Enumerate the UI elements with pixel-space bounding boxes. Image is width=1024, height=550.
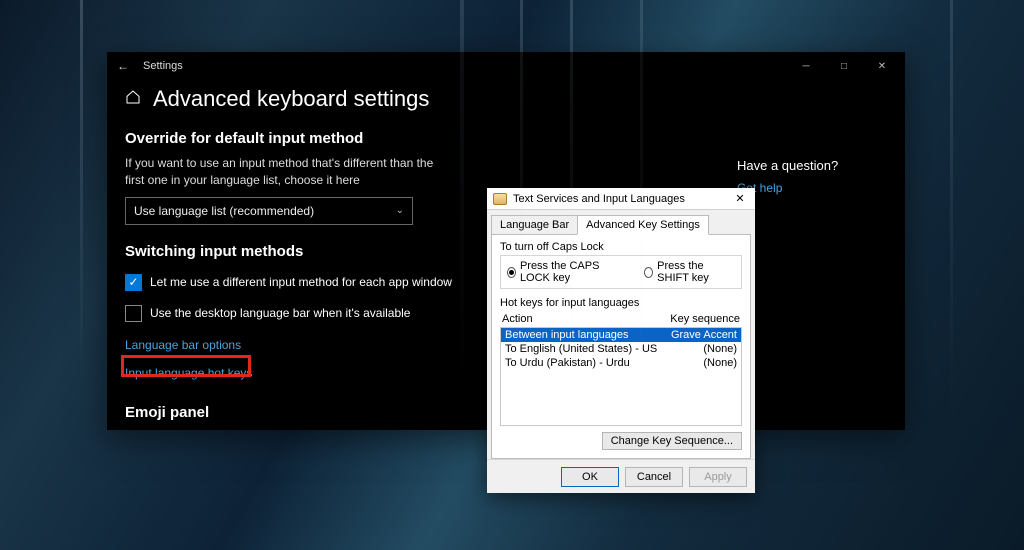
back-icon[interactable]: ← <box>117 59 129 74</box>
settings-title: Settings <box>143 60 183 72</box>
combo-value: Use language list (recommended) <box>134 204 314 218</box>
list-item[interactable]: To English (United States) - US (None) <box>501 342 741 356</box>
radio-dot-icon <box>644 267 653 278</box>
radio-dot-icon <box>507 267 516 278</box>
override-heading: Override for default input method <box>125 130 887 147</box>
settings-titlebar: ← Settings ─ □ ✕ <box>107 52 905 80</box>
tab-advanced-key-settings[interactable]: Advanced Key Settings <box>577 215 709 235</box>
row-keyseq: (None) <box>703 343 737 355</box>
ok-button[interactable]: OK <box>561 467 619 487</box>
override-description: If you want to use an input method that'… <box>125 155 435 189</box>
col-action: Action <box>502 313 533 325</box>
advanced-key-settings-panel: To turn off Caps Lock Press the CAPS LOC… <box>491 234 751 459</box>
row-action: Between input languages <box>505 329 629 341</box>
dialog-titlebar: Text Services and Input Languages ✕ <box>487 188 755 210</box>
language-bar-options-link[interactable]: Language bar options <box>125 338 241 352</box>
list-item[interactable]: To Urdu (Pakistan) - Urdu (None) <box>501 356 741 370</box>
dialog-footer: OK Cancel Apply <box>487 459 755 493</box>
row-keyseq: Grave Accent <box>671 329 737 341</box>
list-item[interactable]: Between input languages Grave Accent <box>501 328 741 342</box>
close-button[interactable]: ✕ <box>863 52 901 80</box>
default-input-method-combo[interactable]: Use language list (recommended) ⌄ <box>125 197 413 225</box>
dialog-title: Text Services and Input Languages <box>513 193 685 205</box>
dialog-close-button[interactable]: ✕ <box>731 191 749 207</box>
radio-caps-lock-key[interactable]: Press the CAPS LOCK key <box>507 260 622 284</box>
chevron-down-icon: ⌄ <box>396 205 404 216</box>
caps-group-label: To turn off Caps Lock <box>500 241 742 253</box>
row-action: To Urdu (Pakistan) - Urdu <box>505 357 630 369</box>
hotkeys-group-label: Hot keys for input languages <box>500 297 742 309</box>
minimize-button[interactable]: ─ <box>787 52 825 80</box>
tab-language-bar[interactable]: Language Bar <box>491 215 578 235</box>
desktop-langbar-checkbox[interactable] <box>125 305 142 322</box>
radio-caps-label: Press the CAPS LOCK key <box>520 260 622 284</box>
page-title: Advanced keyboard settings <box>153 86 429 112</box>
per-app-checkbox[interactable]: ✓ <box>125 274 142 291</box>
home-icon[interactable] <box>125 89 141 110</box>
per-app-label: Let me use a different input method for … <box>150 275 452 289</box>
text-services-dialog: Text Services and Input Languages ✕ Lang… <box>487 188 755 493</box>
row-keyseq: (None) <box>703 357 737 369</box>
help-column: Have a question? Get help <box>737 158 887 197</box>
change-key-sequence-button[interactable]: Change Key Sequence... <box>602 432 742 450</box>
cancel-button[interactable]: Cancel <box>625 467 683 487</box>
help-question: Have a question? <box>737 158 887 173</box>
radio-shift-label: Press the SHIFT key <box>657 260 735 284</box>
row-action: To English (United States) - US <box>505 343 657 355</box>
input-language-hotkeys-link[interactable]: Input language hot keys <box>125 366 252 380</box>
desktop-langbar-label: Use the desktop language bar when it's a… <box>150 306 410 320</box>
maximize-button[interactable]: □ <box>825 52 863 80</box>
dialog-tabs: Language Bar Advanced Key Settings <box>491 215 751 235</box>
apply-button[interactable]: Apply <box>689 467 747 487</box>
radio-shift-key[interactable]: Press the SHIFT key <box>644 260 735 284</box>
col-keyseq: Key sequence <box>670 313 740 325</box>
keyboard-icon <box>493 193 507 205</box>
hotkeys-list[interactable]: Between input languages Grave Accent To … <box>500 327 742 426</box>
